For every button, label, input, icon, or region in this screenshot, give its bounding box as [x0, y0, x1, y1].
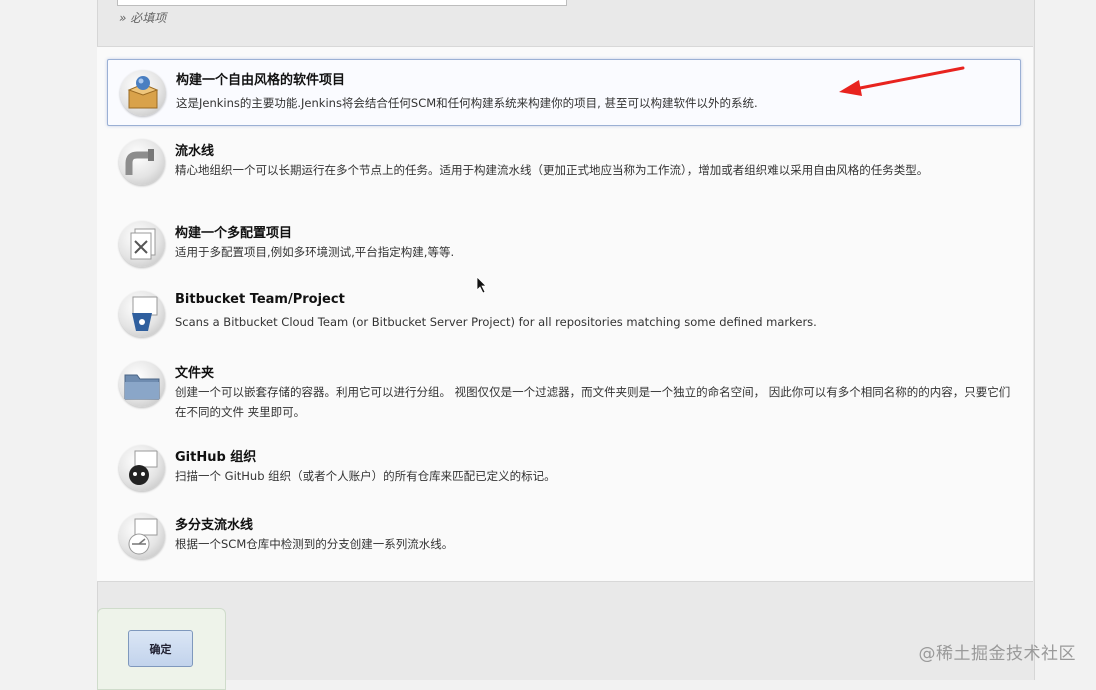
multi-config-project-icon [119, 221, 165, 267]
mouse-cursor-icon [476, 276, 487, 294]
item-name-input[interactable] [117, 0, 567, 6]
item-description: 精心地组织一个可以长期运行在多个节点上的任务。适用于构建流水线（更加正式地应当称… [175, 163, 929, 177]
red-arrow-annotation [839, 66, 965, 96]
item-title: 文件夹 [175, 366, 215, 381]
item-title: GitHub 组织 [175, 450, 257, 465]
item-title: 构建一个自由风格的软件项目 [176, 73, 346, 88]
item-title: Bitbucket Team/Project [175, 292, 345, 307]
item-type-bitbucket[interactable]: Bitbucket Team/Project Scans a Bitbucket… [107, 283, 1021, 343]
multibranch-pipeline-icon [119, 513, 165, 559]
item-type-folder[interactable]: 文件夹 创建一个可以嵌套存储的容器。利用它可以进行分组。 视图仅仅是一个过滤器，… [107, 353, 1021, 429]
ok-button[interactable]: 确定 [128, 630, 193, 667]
github-organization-icon [119, 445, 165, 491]
item-description: Scans a Bitbucket Cloud Team (or Bitbuck… [175, 315, 817, 329]
pipeline-icon [119, 139, 165, 185]
folder-icon [119, 361, 165, 407]
item-title: 流水线 [175, 144, 215, 159]
item-title: 构建一个多配置项目 [175, 226, 293, 241]
freestyle-project-icon [120, 70, 166, 116]
item-type-list: 构建一个自由风格的软件项目 这是Jenkins的主要功能.Jenkins将会结合… [97, 46, 1033, 582]
item-description: 扫描一个 GitHub 组织（或者个人账户）的所有仓库来匹配已定义的标记。 [175, 469, 556, 483]
item-description: 适用于多配置项目,例如多环境测试,平台指定构建,等等. [175, 245, 455, 259]
item-type-pipeline[interactable]: 流水线 精心地组织一个可以长期运行在多个节点上的任务。适用于构建流水线（更加正式… [107, 131, 1021, 201]
item-title: 多分支流水线 [175, 518, 254, 533]
item-type-github-organization[interactable]: GitHub 组织 扫描一个 GitHub 组织（或者个人账户）的所有仓库来匹配… [107, 437, 1021, 497]
item-type-multi-config[interactable]: 构建一个多配置项目 适用于多配置项目,例如多环境测试,平台指定构建,等等. [107, 213, 1021, 273]
bitbucket-icon [119, 291, 165, 337]
item-description: 根据一个SCM仓库中检测到的分支创建一系列流水线。 [175, 537, 454, 551]
watermark: @稀土掘金技术社区 [918, 644, 1076, 664]
item-description: 创建一个可以嵌套存储的容器。利用它可以进行分组。 视图仅仅是一个过滤器，而文件夹… [175, 385, 1011, 419]
required-note: » 必填项 [119, 11, 167, 25]
item-type-multibranch-pipeline[interactable]: 多分支流水线 根据一个SCM仓库中检测到的分支创建一系列流水线。 [107, 505, 1021, 567]
